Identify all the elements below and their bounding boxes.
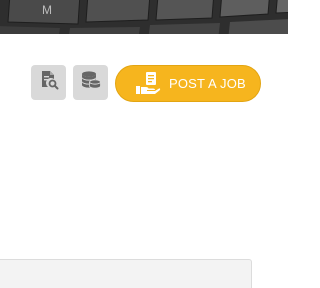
header-keyboard-banner: M bbox=[0, 0, 288, 34]
post-a-job-label: POST A JOB bbox=[169, 76, 246, 91]
content-panel bbox=[0, 259, 252, 288]
action-toolbar: POST A JOB bbox=[0, 65, 288, 102]
coins-stack-icon bbox=[80, 70, 102, 95]
keyboard-photo: M bbox=[0, 0, 288, 34]
document-search-icon bbox=[39, 70, 59, 95]
coins-button[interactable] bbox=[73, 65, 108, 100]
post-a-job-button[interactable]: POST A JOB bbox=[115, 65, 261, 102]
keyboard-key-label: M bbox=[42, 3, 52, 17]
hand-document-icon bbox=[135, 71, 161, 97]
search-document-button[interactable] bbox=[31, 65, 66, 100]
